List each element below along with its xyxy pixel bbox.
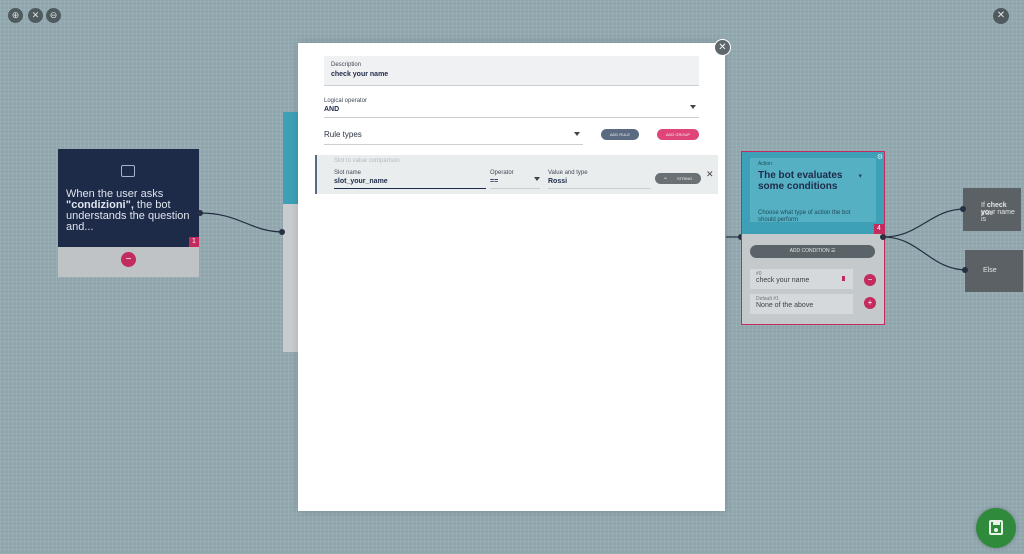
description-value: check your name <box>331 71 389 78</box>
action-label: Action <box>758 161 772 167</box>
logical-operator-select[interactable]: Logical operator AND <box>324 98 699 118</box>
outcome-node-else[interactable]: Else <box>965 250 1023 292</box>
settings-icon[interactable]: ⚙ <box>877 153 883 161</box>
delete-icon[interactable] <box>842 276 845 281</box>
add-condition-label: ADD CONDITION <box>789 248 830 254</box>
connector-dot[interactable] <box>880 234 886 240</box>
save-icon <box>989 520 1003 535</box>
condition-item[interactable]: Default #1 None of the above <box>750 294 853 314</box>
chevron-down-icon: ▾ <box>858 173 862 180</box>
dropdown-arrow-icon <box>690 105 696 109</box>
close-modal-button[interactable]: ✕ <box>714 39 731 56</box>
logical-operator-label: Logical operator <box>324 98 368 104</box>
trigger-card-footer: − <box>58 247 199 277</box>
connector-dot[interactable] <box>962 267 968 273</box>
remove-condition-button[interactable]: − <box>864 274 876 286</box>
outcome-node-if[interactable]: If check your name is true <box>963 188 1021 231</box>
condition-card-title: The bot evaluates some conditions <box>758 170 843 192</box>
trigger-card-body: When the user asks "condizioni", the bot… <box>58 149 199 247</box>
operator-label: Operator <box>490 170 514 176</box>
remove-rule-icon[interactable]: ✕ <box>706 169 714 180</box>
logical-operator-value: AND <box>324 106 340 113</box>
type-label: STRING <box>677 176 693 181</box>
add-condition-button[interactable]: ADD CONDITION ☰ <box>750 245 875 258</box>
description-label: Description <box>331 62 362 68</box>
rule-title: Slot to value comparison <box>334 158 400 164</box>
condition-card-header: Action The bot evaluates some conditions… <box>742 152 884 234</box>
list-add-icon: ☰ <box>830 248 836 254</box>
operator-value: == <box>490 178 499 185</box>
outcome-else-text: Else <box>983 267 997 274</box>
condition-editor-modal: Description check your name Logical oper… <box>298 43 725 511</box>
add-connection-button[interactable]: + <box>864 297 876 309</box>
condition-item[interactable]: #0 check your name <box>750 269 853 289</box>
slot-name-input[interactable]: Slot name slot_your_name <box>334 169 486 189</box>
rule-item: Slot to value comparison Slot name slot_… <box>315 155 718 194</box>
dropdown-arrow-icon <box>574 132 580 136</box>
outcome-if-second: true <box>981 210 994 217</box>
value-input[interactable]: Value and type Rossi <box>548 169 651 189</box>
operator-select[interactable]: Operator == <box>490 169 540 189</box>
connector-dot[interactable] <box>960 206 966 212</box>
value-value: Rossi <box>548 178 568 185</box>
hidden-node-card <box>283 112 299 352</box>
rule-types-placeholder: Rule types <box>324 130 362 139</box>
value-label: Value and type <box>548 170 588 176</box>
condition-name: None of the above <box>756 302 814 309</box>
condition-card-description: Choose what type of action the bot shoul… <box>758 210 851 223</box>
slot-name-value: slot_your_name <box>334 178 388 185</box>
remove-icon[interactable]: − <box>121 252 136 267</box>
condition-node-card[interactable]: Action The bot evaluates some conditions… <box>741 151 885 325</box>
chevron-down-icon: ⌄ <box>663 175 669 181</box>
trigger-text: When the user asks "condizioni", the bot… <box>66 189 193 233</box>
type-select[interactable]: ⌄ STRING <box>655 173 701 184</box>
slot-name-label: Slot name <box>334 170 362 176</box>
node-badge: 4 <box>874 224 884 234</box>
connector-dot[interactable] <box>279 229 285 235</box>
description-field[interactable]: Description check your name <box>324 56 699 86</box>
save-button[interactable] <box>976 508 1016 548</box>
dropdown-arrow-icon <box>534 177 540 181</box>
trigger-card[interactable]: When the user asks "condizioni", the bot… <box>58 149 199 277</box>
node-badge: 1 <box>189 237 199 247</box>
add-rule-button[interactable]: ADD RULE <box>601 129 639 140</box>
condition-name: check your name <box>756 277 810 284</box>
add-group-button[interactable]: ADD GROUP <box>657 129 699 140</box>
rule-types-select[interactable]: Rule types <box>324 126 583 145</box>
connector-dot[interactable] <box>197 210 203 216</box>
input-icon <box>121 165 135 177</box>
